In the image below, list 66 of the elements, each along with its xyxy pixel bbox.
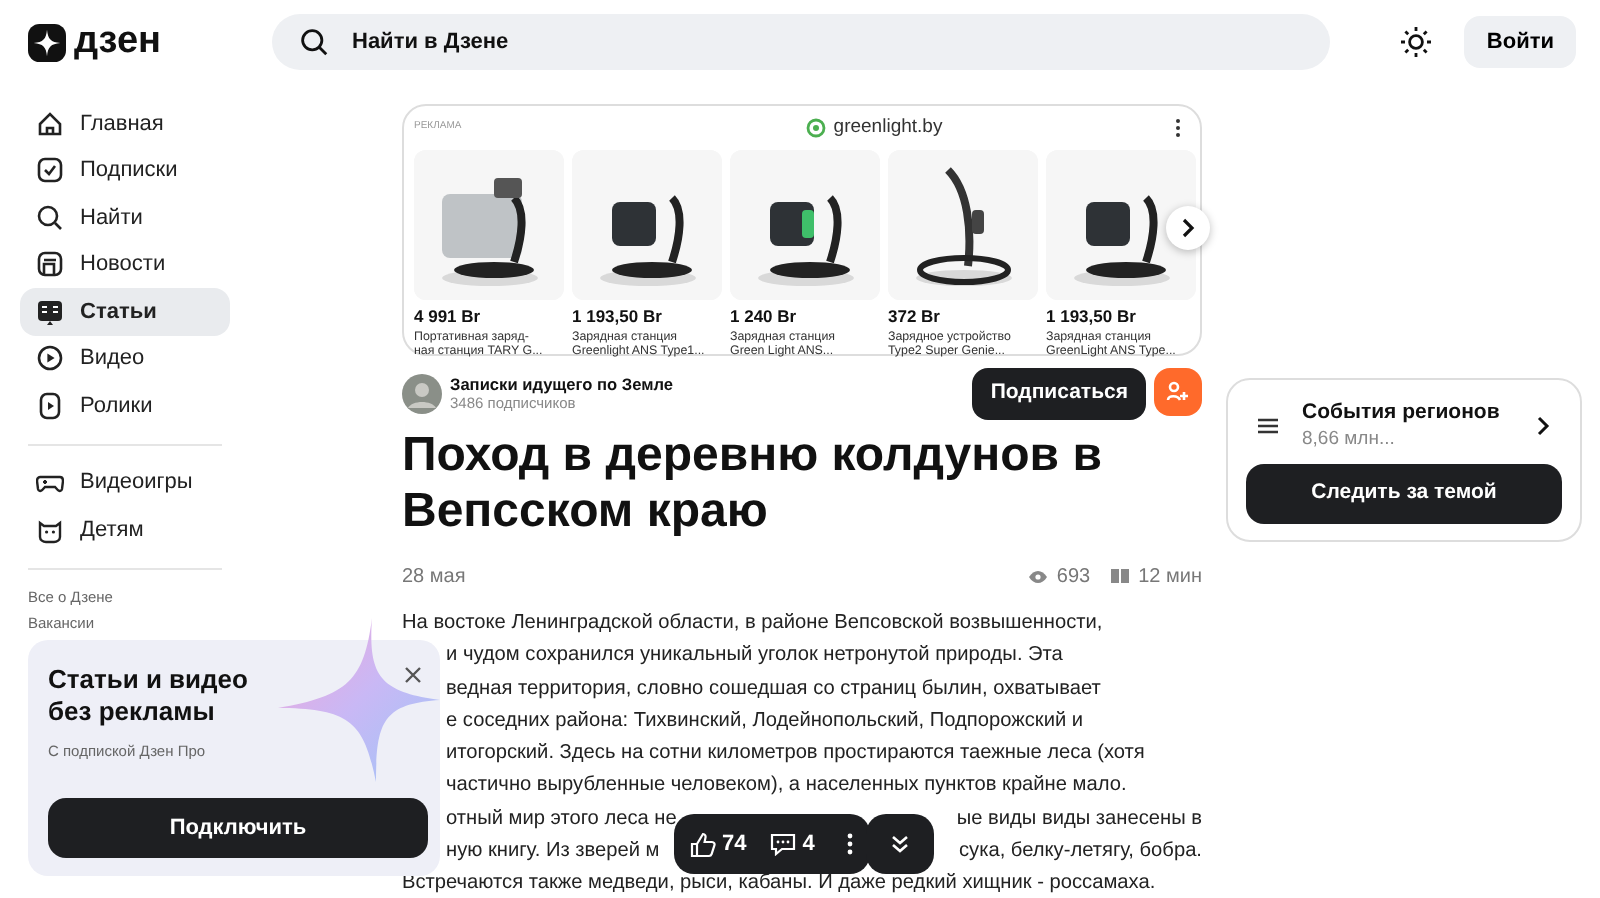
comment-icon	[770, 832, 797, 856]
body-text: ную книгу. Из зверей м	[446, 838, 660, 867]
connect-button[interactable]: Подключить	[48, 798, 428, 858]
theme-icon[interactable]	[1400, 26, 1433, 58]
thumbs-up-icon	[690, 831, 716, 857]
logo-text[interactable]: дзен	[74, 13, 162, 71]
sidebar-item[interactable]: Новости	[20, 241, 230, 288]
follow-button[interactable]: Следить за темой	[1246, 464, 1562, 524]
product-price: 1 193,50 Br	[1046, 304, 1138, 330]
chevron-right-icon[interactable]	[1536, 416, 1550, 436]
share-button[interactable]	[1154, 368, 1202, 417]
scroll-down-button[interactable]	[866, 814, 934, 874]
body-text: и чудом сохранился уникальный уголок нетронутой природы. Эта	[446, 642, 1063, 671]
sidebar-item[interactable]: Ролики	[20, 382, 230, 429]
body-text: сука, белку-летягу, бобра.	[958, 838, 1202, 867]
body-text: ведная территория, словно сошедшая со страниц былин, охватывает	[446, 675, 1101, 704]
comment-button[interactable]: 4	[770, 827, 815, 861]
body-text: На востоке Ленинградской области, в районе Вепсовской возвышенности,	[402, 610, 1103, 638]
body-text: частично вырубленные человеком), а населенных пунктов крайне мало.	[446, 772, 1127, 801]
product-price: 1 240 Br	[730, 304, 799, 330]
product-price: 1 193,50 Br	[572, 304, 664, 330]
menu-icon	[1258, 418, 1278, 434]
login-button[interactable]: Войти	[1464, 15, 1576, 69]
sidebar-item[interactable]: Найти	[20, 194, 230, 241]
checkbox-icon	[36, 156, 64, 185]
eye-icon	[1028, 569, 1049, 583]
read-time: 12 мин	[1138, 563, 1202, 591]
search-icon	[36, 203, 64, 232]
sidebar-item[interactable]: Главная	[20, 100, 230, 147]
play-icon	[36, 344, 64, 373]
body-text: итогорский. Здесь на сотни километров простираются таежные леса (хотя	[446, 740, 1145, 769]
subscribe-button[interactable]: Подписаться	[972, 368, 1146, 420]
body-text: отный мир этого леса не	[446, 805, 677, 834]
chevron-down-icon	[890, 834, 910, 854]
topic-count: 8,66 млн...	[1302, 426, 1397, 452]
newspaper-icon	[36, 250, 64, 279]
logo-icon[interactable]	[28, 23, 66, 61]
user-add-icon	[1166, 380, 1190, 405]
more-icon[interactable]	[1174, 118, 1182, 138]
article-title: Поход в деревню колдунов в Вепсском краю	[402, 428, 1104, 540]
body-text: е соседних района: Тихвинский, Лодейнопольский, Подпорожский и	[446, 707, 1084, 736]
chevron-right-icon	[1180, 218, 1196, 238]
close-icon[interactable]	[404, 666, 422, 684]
channel-name[interactable]: Записки идущего по Земле	[450, 374, 674, 394]
product-price: 372 Br	[888, 304, 942, 330]
sidebar-item[interactable]: Видео	[20, 335, 230, 382]
home-icon	[36, 109, 64, 138]
sidebar-item[interactable]: Детям	[20, 506, 230, 553]
sidebar-item[interactable]: Подписки	[20, 147, 230, 194]
advertiser-link[interactable]: greenlight.by	[833, 113, 943, 143]
brand-icon	[805, 118, 826, 138]
topic-title[interactable]: События регионов	[1302, 400, 1500, 426]
view-count: 693	[1056, 563, 1091, 591]
more-icon[interactable]	[846, 832, 855, 856]
body-text: ые виды виды занесены в	[956, 805, 1202, 834]
body-text: Встречаются также медведи, рыси, кабаны. И даже редкий хищник - россамаха.	[402, 870, 1156, 898]
product-price: 4 991 Br	[414, 304, 483, 330]
publish-date: 28 мая	[402, 563, 466, 591]
sidebar-item[interactable]: Видеоигры	[20, 459, 230, 506]
search-field[interactable]: Найти в Дзене	[272, 14, 1330, 70]
channel-avatar[interactable]	[402, 374, 442, 414]
search-icon	[300, 28, 328, 56]
clip-icon	[36, 391, 64, 420]
like-button[interactable]: 74	[690, 827, 747, 861]
sidebar-item[interactable]: Статьи	[20, 288, 230, 335]
promo-title: Статьи и видео без рекламы	[48, 664, 250, 728]
